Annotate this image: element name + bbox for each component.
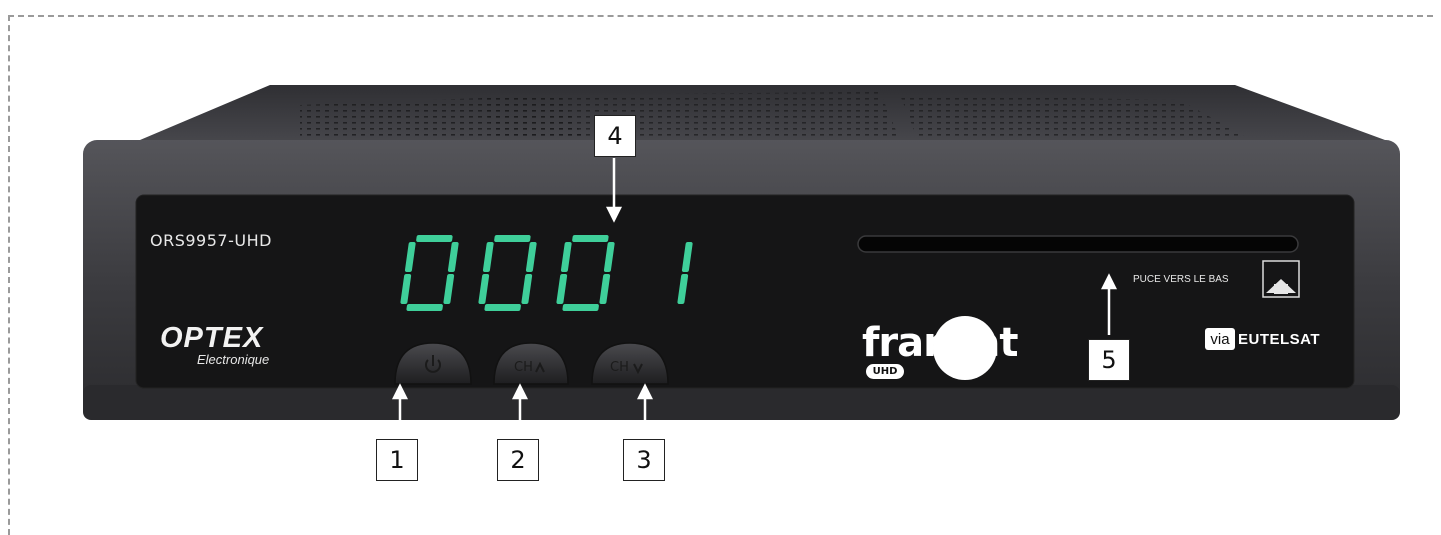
led-segment [562, 304, 599, 311]
fransat-logo-text: fransat [862, 320, 1019, 366]
card-slot [857, 235, 1299, 253]
led-segment [406, 304, 443, 311]
callout-1: 1 [376, 439, 418, 481]
via-badge: via [1205, 328, 1235, 350]
led-segment [572, 235, 609, 242]
fransat-uhd-badge: UHD [866, 364, 904, 379]
eutelsat-logo: EUTELSAT [1238, 331, 1321, 348]
model-number: ORS9957-UHD [150, 231, 272, 250]
card-slot-label: PUCE VERS LE BAS [1133, 274, 1229, 285]
callout-5: 5 [1088, 339, 1130, 381]
channel-down-label: CH [610, 360, 629, 375]
callout-2: 2 [497, 439, 539, 481]
receiver-illustration [83, 85, 1400, 433]
led-segment [494, 235, 531, 242]
optex-subtitle: Electronique [197, 352, 270, 367]
led-segment [416, 235, 453, 242]
led-segment [484, 304, 521, 311]
channel-up-label: CH [514, 360, 533, 375]
optex-logo: OPTEX [160, 322, 264, 354]
receiver-front-panel [135, 194, 1355, 389]
callout-4: 4 [594, 115, 636, 157]
callout-3: 3 [623, 439, 665, 481]
